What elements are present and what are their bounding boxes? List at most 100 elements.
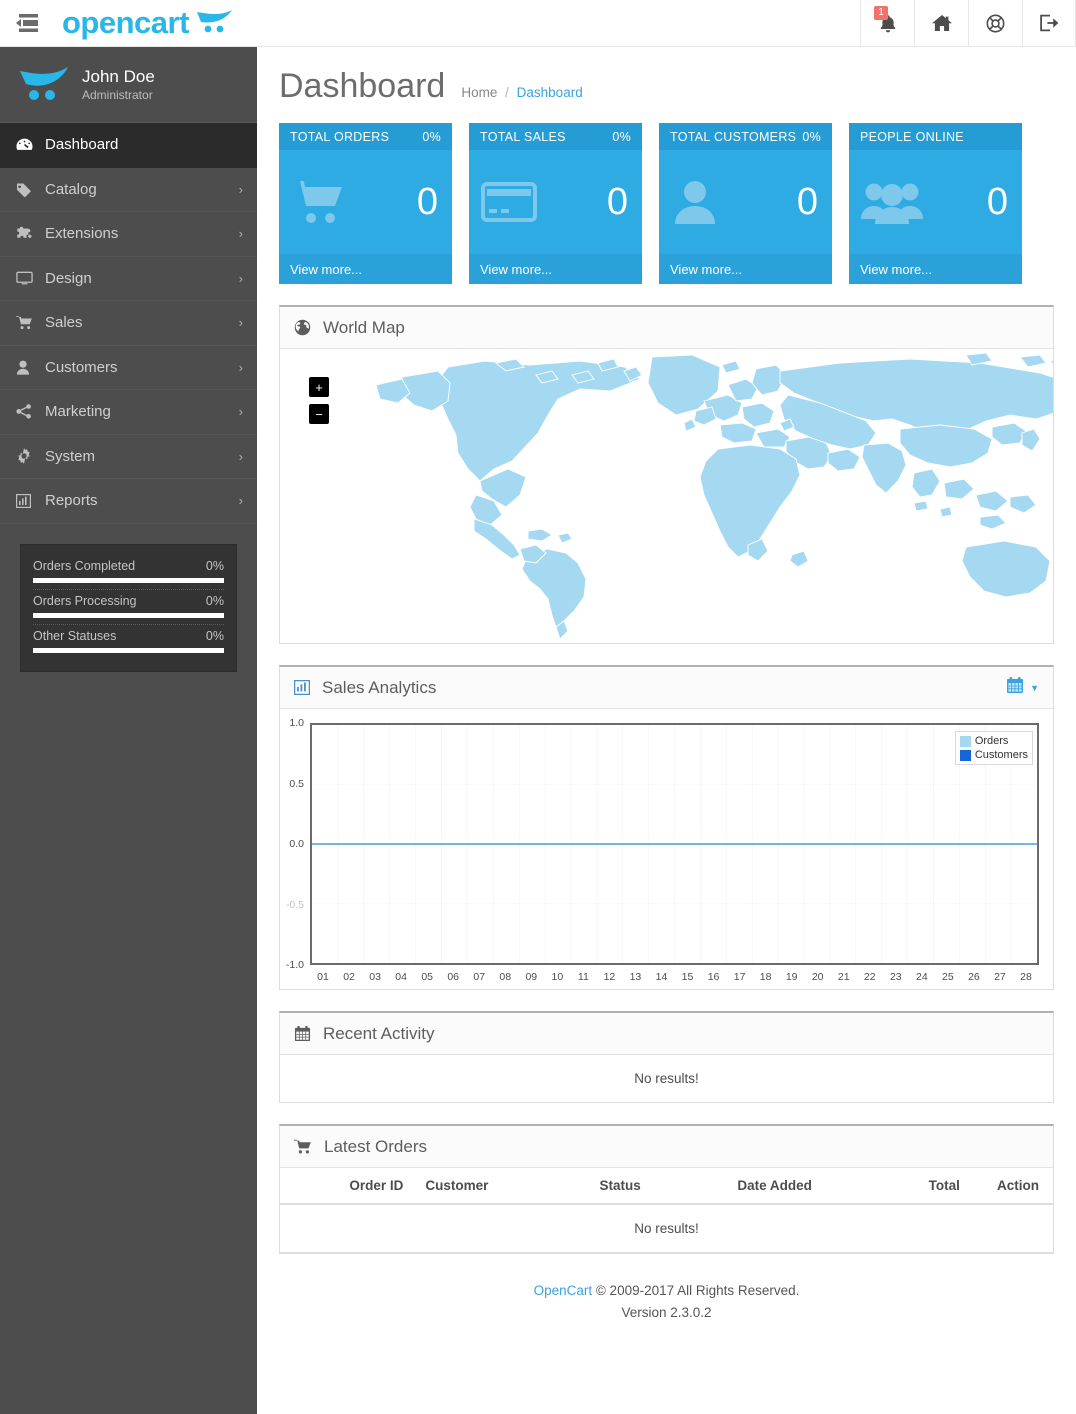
world-map-canvas[interactable]: + − xyxy=(280,349,1053,643)
tile-view-more[interactable]: View more... xyxy=(659,254,832,284)
stat-percent: 0% xyxy=(205,558,224,573)
tile-view-more[interactable]: View more... xyxy=(849,254,1022,284)
footer-line-1: OpenCart © 2009-2017 All Rights Reserved… xyxy=(257,1280,1076,1302)
map-zoom-in-button[interactable]: + xyxy=(309,377,329,397)
main-content: Dashboard Home / Dashboard TOTAL ORDERS … xyxy=(257,47,1076,1414)
tile-total-customers[interactable]: TOTAL CUSTOMERS 0% 0 View more... xyxy=(659,123,832,284)
gear-icon xyxy=(16,448,40,465)
tile-total-orders[interactable]: TOTAL ORDERS 0% 0 View more... xyxy=(279,123,452,284)
sidebar-item-label: System xyxy=(45,447,96,465)
brand-logo[interactable]: opencart xyxy=(62,5,235,41)
tile-value: 0 xyxy=(416,181,438,223)
column-header-status: Status xyxy=(550,1168,690,1205)
sidebar-item-sales[interactable]: Sales › xyxy=(0,301,257,346)
chevron-down-icon: ▼ xyxy=(1030,682,1039,693)
share-icon xyxy=(16,404,40,419)
breadcrumb-current[interactable]: Dashboard xyxy=(517,85,583,100)
sidebar-item-dashboard[interactable]: Dashboard xyxy=(0,123,257,168)
recent-activity-body: No results! xyxy=(280,1055,1053,1102)
sidebar-item-label: Dashboard xyxy=(45,136,119,154)
x-tick: 21 xyxy=(837,971,850,983)
tile-footer-label: View more... xyxy=(860,261,933,277)
tile-value: 0 xyxy=(796,181,818,223)
stat-label: Orders Processing xyxy=(33,593,137,608)
date-range-dropdown[interactable]: ▼ xyxy=(1006,676,1039,699)
sidebar-item-label: Extensions xyxy=(45,225,119,243)
sidebar-toggle-icon xyxy=(16,14,38,32)
tile-percent: 0% xyxy=(422,129,441,144)
lifebuoy-icon xyxy=(986,14,1005,32)
tile-title: TOTAL ORDERS xyxy=(290,129,390,144)
x-tick: 06 xyxy=(447,971,460,983)
bar-chart-icon xyxy=(16,493,40,508)
tile-total-sales[interactable]: TOTAL SALES 0% 0 View more... xyxy=(469,123,642,284)
logout-button[interactable] xyxy=(1022,0,1076,47)
chart-plot-area: Orders Customers xyxy=(310,723,1039,965)
sidebar-item-extensions[interactable]: Extensions › xyxy=(0,212,257,257)
x-tick: 14 xyxy=(655,971,668,983)
breadcrumb: Home / Dashboard xyxy=(461,85,582,100)
help-button[interactable] xyxy=(968,0,1022,47)
sidebar-item-marketing[interactable]: Marketing › xyxy=(0,390,257,435)
y-tick: -1.0 xyxy=(285,959,304,971)
sidebar-item-customers[interactable]: Customers › xyxy=(0,346,257,390)
opencart-link[interactable]: OpenCart xyxy=(534,1283,593,1298)
tile-view-more[interactable]: View more... xyxy=(279,254,452,284)
footer: OpenCart © 2009-2017 All Rights Reserved… xyxy=(257,1254,1076,1324)
x-tick: 28 xyxy=(1020,971,1032,983)
chevron-right-icon: › xyxy=(238,270,243,286)
recent-activity-title: Recent Activity xyxy=(323,1023,435,1043)
column-header-total: Total xyxy=(859,1168,968,1205)
x-tick: 17 xyxy=(733,971,746,983)
latest-orders-panel-header: Latest Orders xyxy=(280,1126,1053,1168)
latest-orders-title: Latest Orders xyxy=(324,1136,427,1156)
tile-footer-label: View more... xyxy=(670,261,743,277)
user-profile[interactable]: John Doe Administrator xyxy=(0,47,257,123)
column-header-action: Action xyxy=(967,1168,1053,1205)
tile-value: 0 xyxy=(606,181,628,223)
order-status-stats: Orders Completed 0% Orders Processing 0%… xyxy=(20,543,237,672)
sidebar-item-label: Customers xyxy=(45,358,118,376)
sales-analytics-chart[interactable]: 1.0 0.5 0.0 -0.5 -1.0 Orders Customers 0… xyxy=(280,709,1053,989)
tile-view-more[interactable]: View more... xyxy=(469,254,642,284)
chevron-right-icon: › xyxy=(238,493,243,509)
chevron-right-icon: › xyxy=(238,448,243,464)
x-tick: 18 xyxy=(759,971,772,983)
x-tick: 09 xyxy=(525,971,538,983)
profile-role: Administrator xyxy=(82,88,153,102)
x-tick: 16 xyxy=(707,971,720,983)
stat-progress-bar xyxy=(33,647,224,653)
notifications-button[interactable]: 1 xyxy=(860,0,914,47)
breadcrumb-separator: / xyxy=(505,85,509,100)
y-tick: 0.5 xyxy=(289,777,304,790)
world-map-title: World Map xyxy=(323,317,405,337)
x-tick: 08 xyxy=(499,971,512,983)
y-tick: 1.0 xyxy=(289,717,304,729)
top-header: opencart 1 xyxy=(0,0,1076,47)
latest-orders-body: Order ID Customer Status Date Added Tota… xyxy=(280,1168,1053,1253)
latest-orders-empty: No results! xyxy=(280,1204,1053,1253)
x-tick: 20 xyxy=(811,971,824,983)
chevron-right-icon: › xyxy=(238,226,243,242)
sidebar-item-reports[interactable]: Reports › xyxy=(0,479,257,524)
map-zoom-out-button[interactable]: − xyxy=(309,404,329,424)
footer-version: Version 2.3.0.2 xyxy=(621,1305,712,1320)
tag-icon xyxy=(16,182,40,197)
sidebar-item-system[interactable]: System › xyxy=(0,435,257,479)
sidebar-toggle-button[interactable] xyxy=(0,0,54,47)
tile-people-online[interactable]: PEOPLE ONLINE 0 View more... xyxy=(849,123,1022,284)
sidebar-item-design[interactable]: Design › xyxy=(0,257,257,301)
sidebar-item-label: Catalog xyxy=(45,180,97,198)
world-map-svg xyxy=(375,352,1053,640)
avatar xyxy=(16,62,72,107)
sidebar: John Doe Administrator Dashboard Catalog… xyxy=(0,47,257,1414)
y-tick: 0.0 xyxy=(289,838,304,850)
x-tick: 19 xyxy=(785,971,798,983)
stat-percent: 0% xyxy=(205,628,224,643)
sidebar-item-catalog[interactable]: Catalog › xyxy=(0,168,257,212)
legend-item: Customers xyxy=(959,748,1028,762)
sales-analytics-title: Sales Analytics xyxy=(322,677,437,697)
storefront-button[interactable] xyxy=(914,0,968,47)
tile-footer-label: View more... xyxy=(290,261,363,277)
breadcrumb-home[interactable]: Home xyxy=(461,85,497,100)
